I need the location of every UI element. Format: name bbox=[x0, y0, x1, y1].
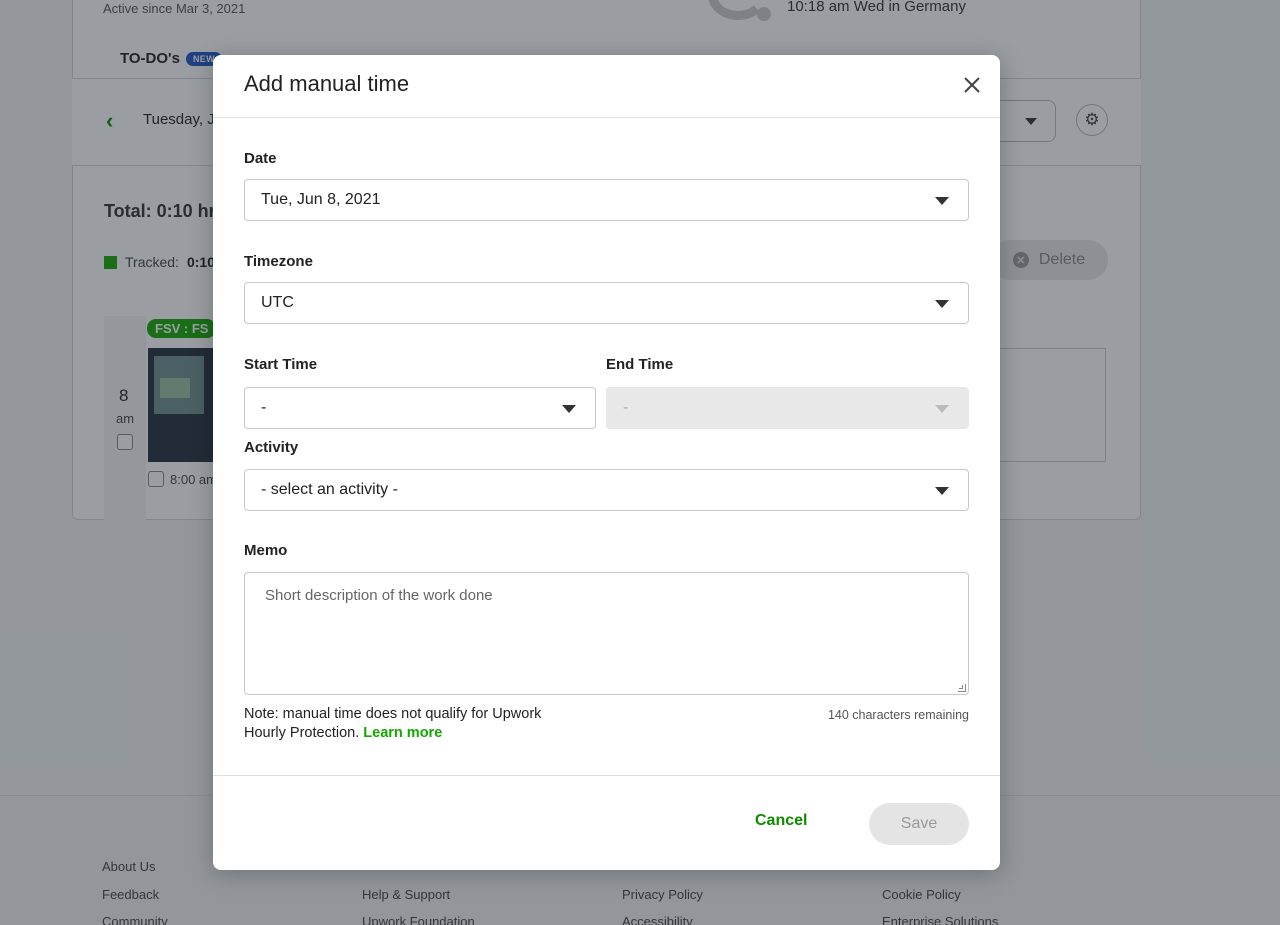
start-time-select[interactable]: - bbox=[244, 387, 596, 429]
dialog-footer-divider bbox=[213, 775, 1000, 776]
save-button[interactable]: Save bbox=[869, 803, 969, 845]
dialog-title: Add manual time bbox=[244, 71, 410, 96]
activity-label: Activity bbox=[244, 439, 299, 456]
activity-value: - select an activity - bbox=[261, 481, 398, 498]
end-time-label: End Time bbox=[606, 356, 674, 373]
close-icon[interactable] bbox=[961, 74, 983, 96]
add-manual-time-dialog: Add manual time Date Tue, Jun 8, 2021 Ti… bbox=[213, 55, 1000, 870]
date-value: Tue, Jun 8, 2021 bbox=[261, 191, 381, 208]
chevron-down-icon bbox=[935, 487, 949, 495]
timezone-select[interactable]: UTC bbox=[244, 282, 969, 324]
activity-select[interactable]: - select an activity - bbox=[244, 469, 969, 511]
cancel-button[interactable]: Cancel bbox=[755, 812, 807, 830]
memo-textarea[interactable]: Short description of the work done bbox=[244, 572, 969, 695]
timezone-label: Timezone bbox=[244, 253, 313, 270]
manual-time-note: Note: manual time does not qualify for U… bbox=[244, 705, 564, 743]
end-time-select: - bbox=[606, 387, 969, 429]
dialog-header: Add manual time bbox=[213, 55, 1000, 118]
end-time-value: - bbox=[623, 399, 629, 416]
learn-more-link[interactable]: Learn more bbox=[363, 725, 442, 741]
resize-handle-icon[interactable] bbox=[958, 684, 966, 692]
start-time-label: Start Time bbox=[244, 356, 318, 373]
chevron-down-icon bbox=[935, 405, 949, 413]
memo-placeholder: Short description of the work done bbox=[265, 587, 493, 604]
timezone-value: UTC bbox=[261, 294, 294, 311]
chevron-down-icon bbox=[935, 300, 949, 308]
date-select[interactable]: Tue, Jun 8, 2021 bbox=[244, 179, 969, 221]
chevron-down-icon bbox=[935, 197, 949, 205]
characters-remaining: 140 characters remaining bbox=[827, 708, 969, 722]
date-label: Date bbox=[244, 150, 277, 167]
chevron-down-icon bbox=[562, 405, 576, 413]
start-time-value: - bbox=[261, 399, 267, 416]
memo-label: Memo bbox=[244, 542, 288, 559]
